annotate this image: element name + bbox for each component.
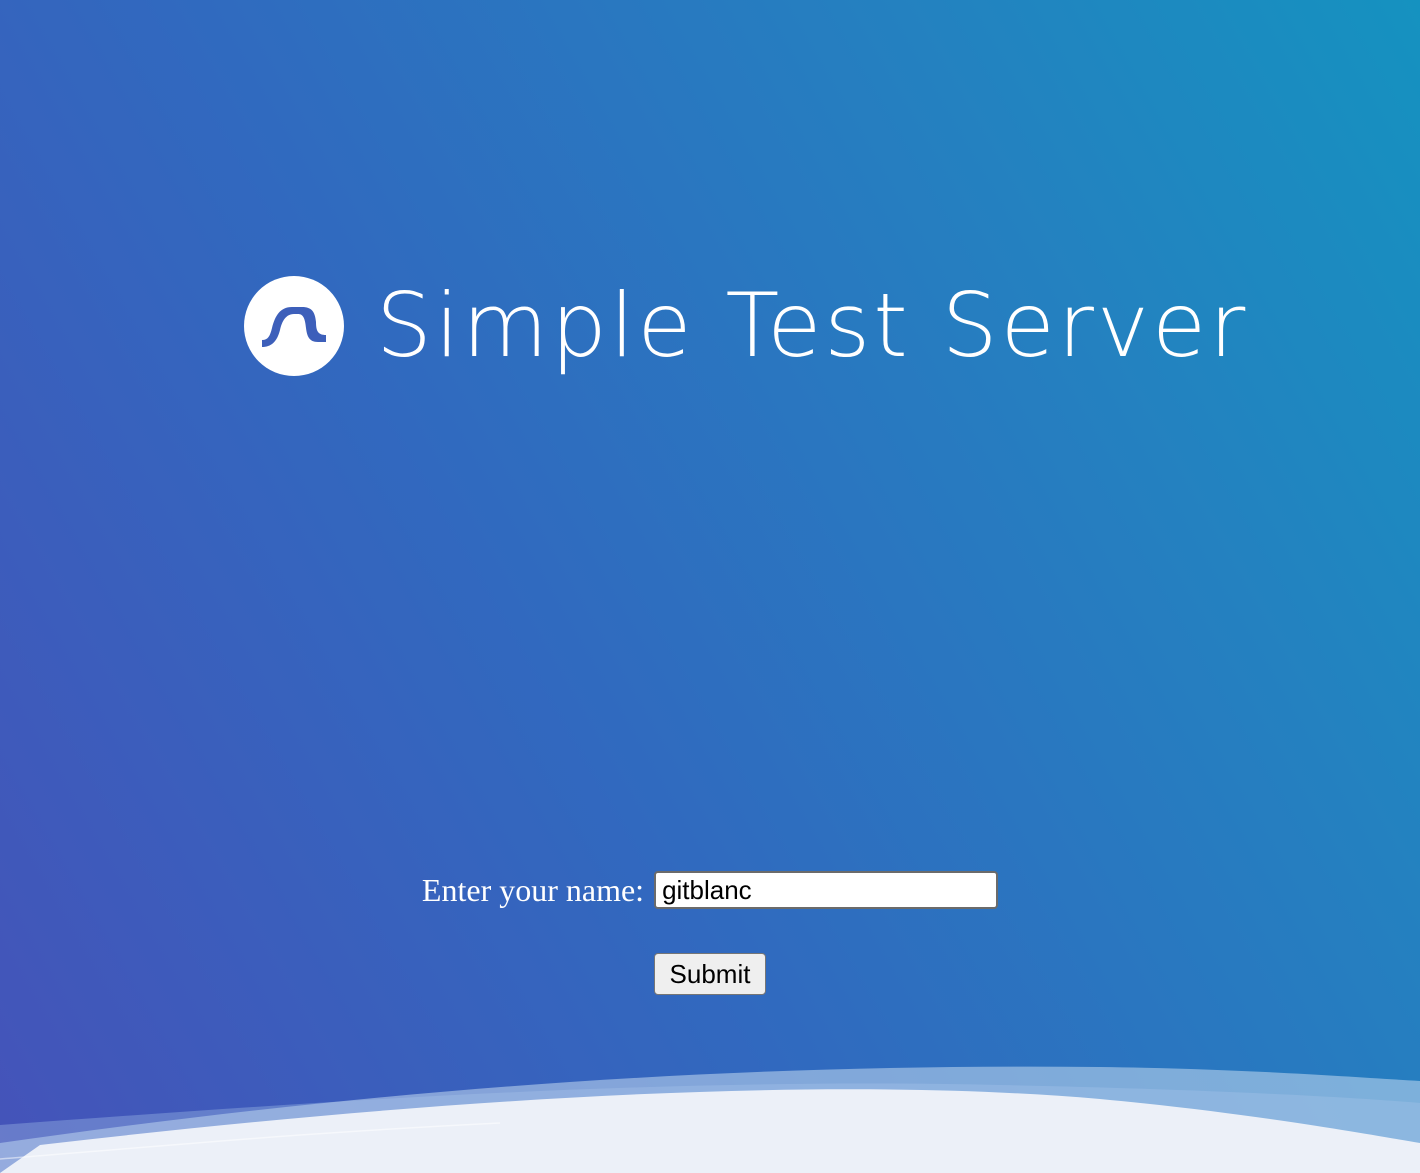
submit-button[interactable]: Submit bbox=[654, 953, 766, 995]
submit-row: Submit bbox=[0, 953, 1420, 995]
name-input[interactable] bbox=[654, 871, 999, 909]
wave-logo-icon bbox=[244, 276, 344, 376]
name-label: Enter your name: bbox=[421, 871, 645, 908]
site-title: Simple Test Server bbox=[376, 274, 1249, 377]
wave-decoration bbox=[0, 1066, 1420, 1173]
header-brand: Simple Test Server bbox=[244, 270, 1248, 382]
name-form: Enter your name: bbox=[0, 871, 1420, 909]
